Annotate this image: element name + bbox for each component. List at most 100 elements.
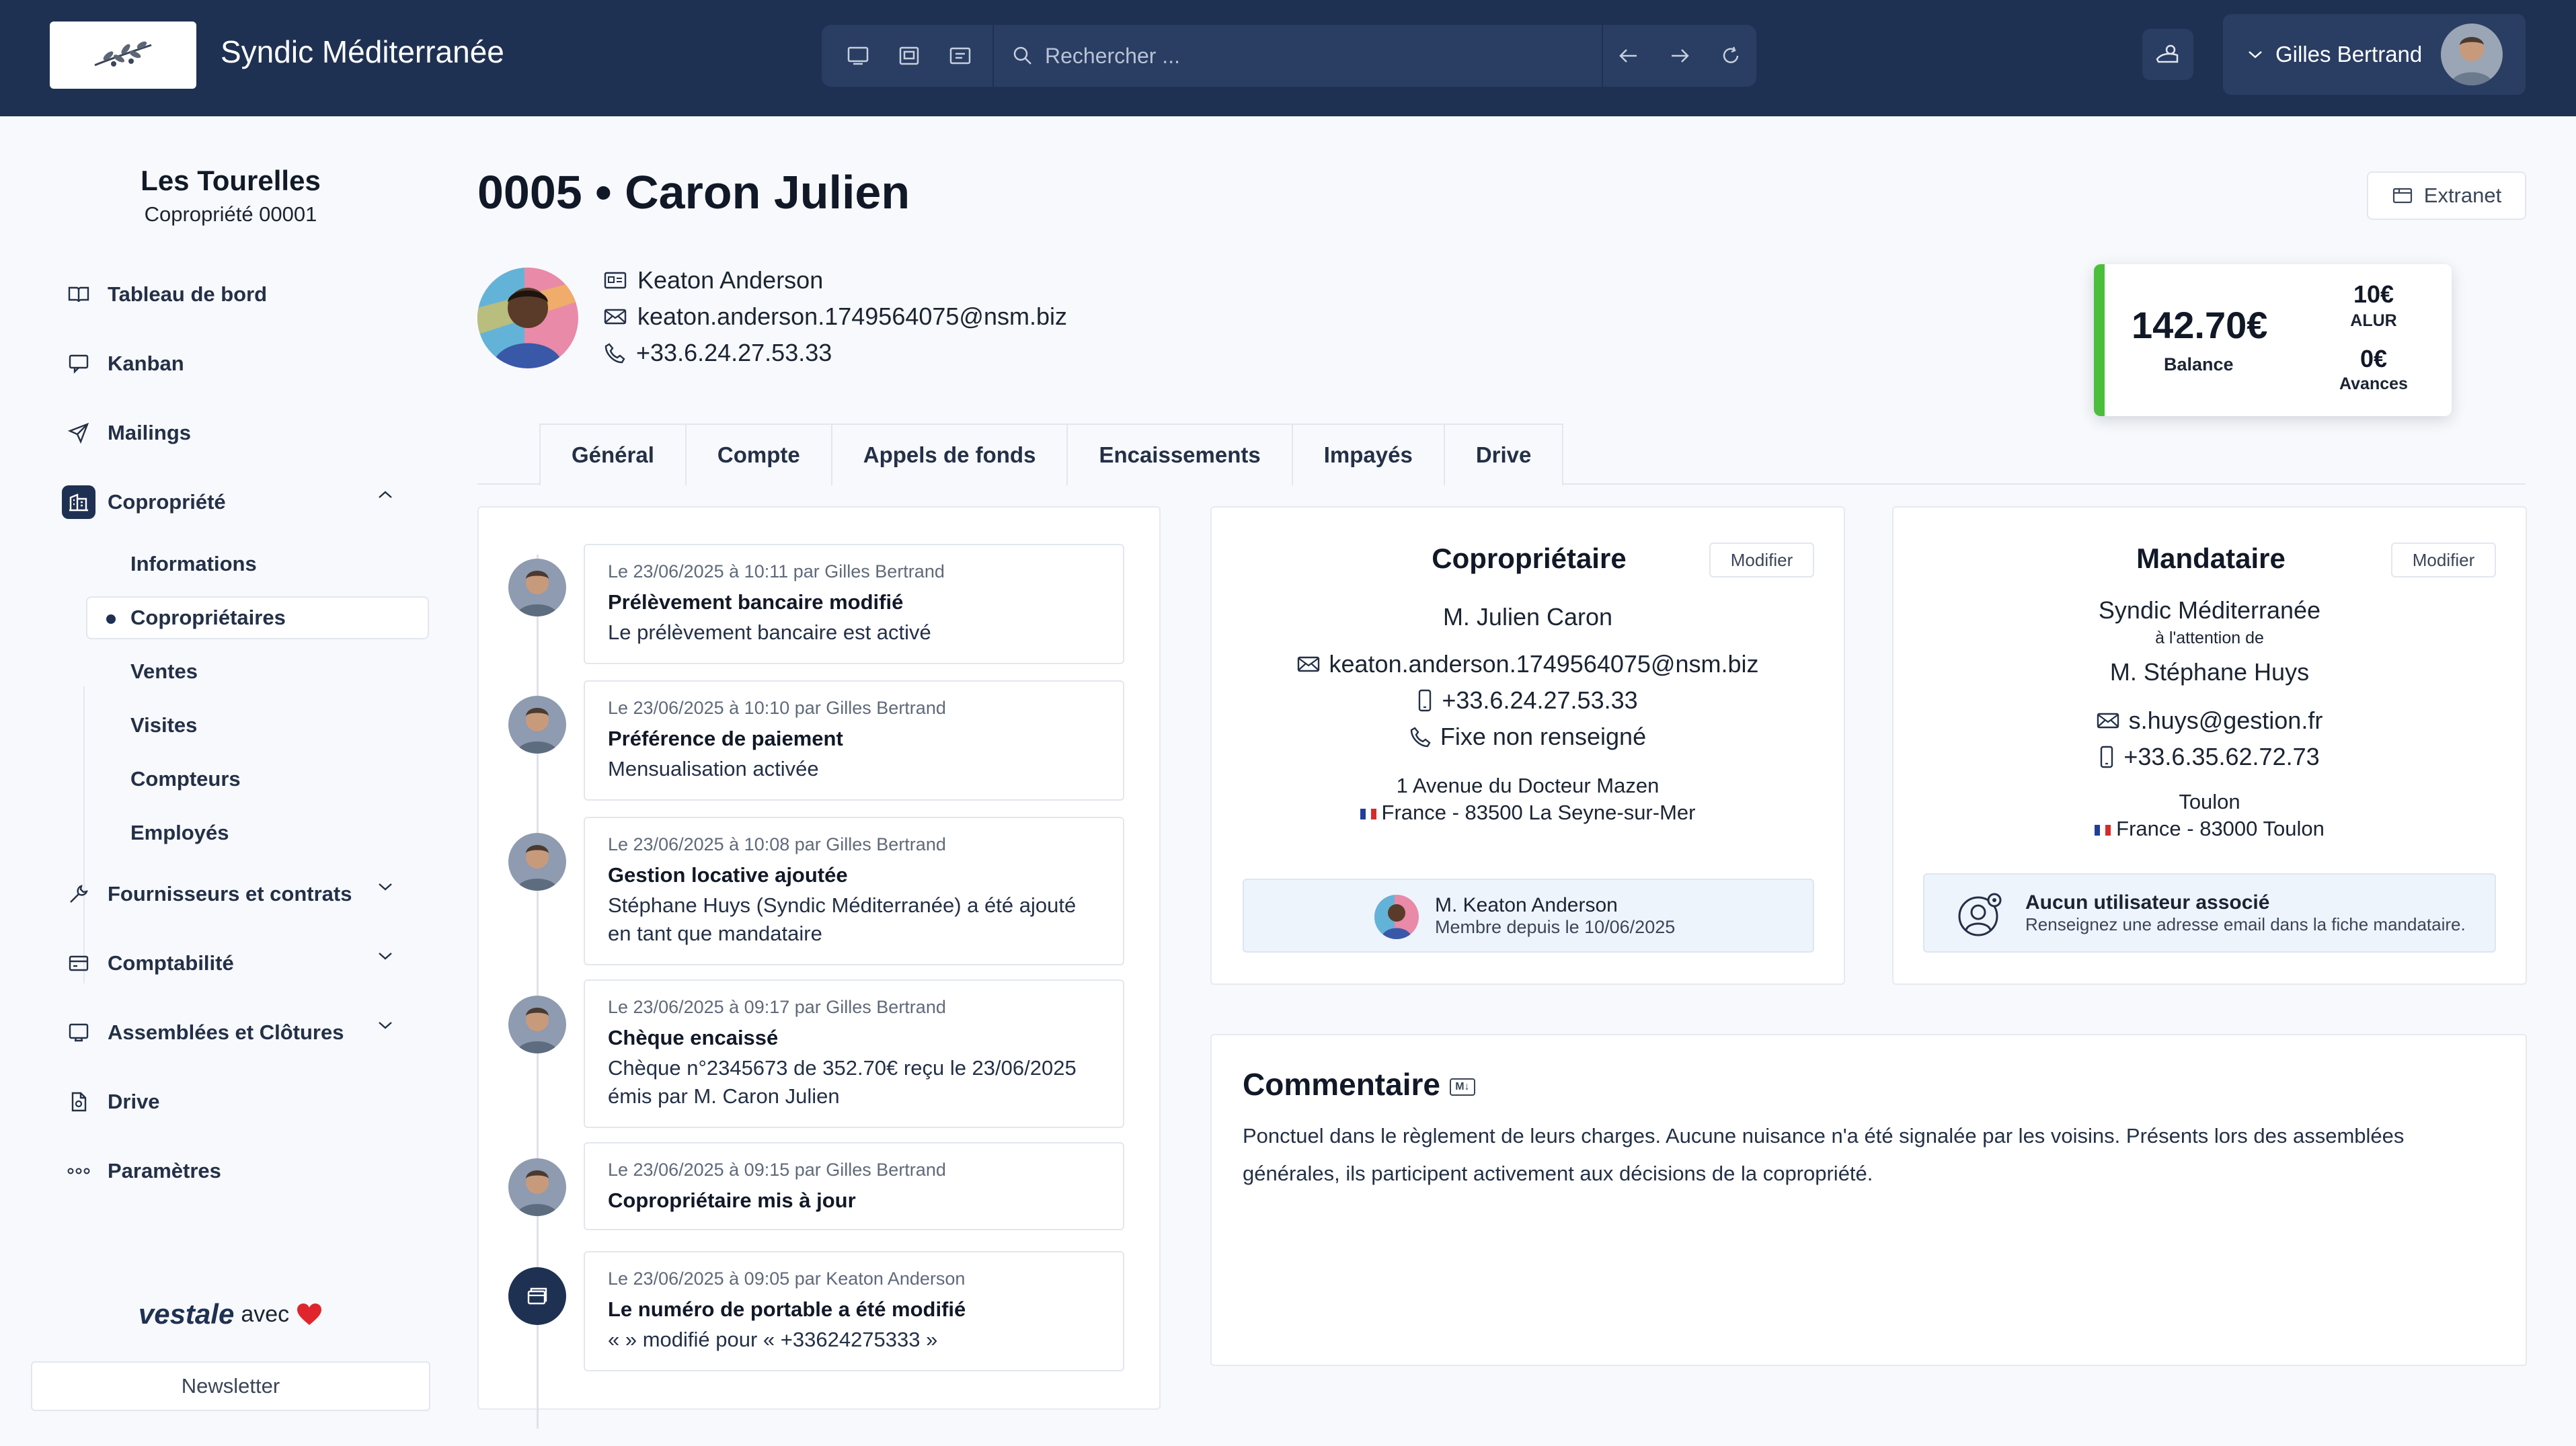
book-icon <box>62 278 95 311</box>
submenu-item-ventes[interactable]: Ventes <box>130 650 198 693</box>
wrench-icon <box>62 877 95 911</box>
sidebar-item-label: Drive <box>108 1090 160 1113</box>
comment-text[interactable]: Ponctuel dans le règlement de leurs char… <box>1243 1117 2497 1193</box>
activity-timeline: Le 23/06/2025 à 10:11 par Gilles Bertran… <box>477 506 1161 1429</box>
agent-mobile-row[interactable]: +33.6.35.62.72.73 <box>1894 743 2526 771</box>
phone-icon <box>1410 727 1431 748</box>
owner-mobile[interactable]: +33.6.24.27.53.33 <box>1442 686 1637 715</box>
search-box[interactable] <box>994 25 1602 87</box>
sidebar-item-mailings[interactable]: Mailings <box>62 409 191 456</box>
tab-drive[interactable]: Drive <box>1445 425 1563 485</box>
modify-button[interactable]: Modifier <box>1709 543 1814 577</box>
submenu-item-coproprietaires[interactable]: Copropriétaires <box>86 596 429 639</box>
building-icon[interactable] <box>884 25 935 87</box>
support-icon[interactable] <box>2142 29 2193 80</box>
newsletter-button[interactable]: Newsletter <box>31 1361 430 1411</box>
user-menu[interactable]: Gilles Bertrand <box>2223 14 2526 95</box>
tab-encaissements[interactable]: Encaissements <box>1068 425 1293 485</box>
entry-body: Mensualisation activée <box>608 757 819 780</box>
agent-mobile[interactable]: +33.6.35.62.72.73 <box>2123 743 2319 771</box>
tab-appels-de-fonds[interactable]: Appels de fonds <box>832 425 1068 485</box>
submenu-item-informations[interactable]: Informations <box>130 543 257 586</box>
avances-label: Avances <box>2339 374 2408 393</box>
toolbar <box>822 25 1756 87</box>
member-avatar <box>1374 895 1419 939</box>
entry-body: Le prélèvement bancaire est activé <box>608 620 931 644</box>
forward-arrow-icon[interactable] <box>1654 25 1705 87</box>
member-box[interactable]: M. Keaton Anderson Membre depuis le 10/0… <box>1243 879 1814 953</box>
timeline-entry: Le 23/06/2025 à 10:10 par Gilles Bertran… <box>584 680 1124 801</box>
phone-icon <box>604 343 625 364</box>
sidebar-item-parametres[interactable]: Paramètres <box>62 1148 221 1195</box>
agent-email[interactable]: s.huys@gestion.fr <box>2129 707 2323 735</box>
owner-landline: Fixe non renseigné <box>1440 723 1647 750</box>
avances-amount: 0€ <box>2359 345 2388 372</box>
owner-city: France - 83500 La Seyne-sur-Mer <box>1212 801 1844 825</box>
user-settings-icon <box>1958 893 2002 936</box>
sidebar-item-copropriete[interactable]: Copropriété <box>62 479 392 526</box>
sidebar-item-fournisseurs[interactable]: Fournisseurs et contrats <box>62 871 392 918</box>
brand-suffix: avec <box>241 1301 290 1327</box>
mail-icon <box>604 309 627 325</box>
files-icon <box>62 1085 95 1119</box>
agent-company-text: Syndic Méditerranée <box>2098 596 2321 624</box>
contact-phone[interactable]: +33.6.24.27.53.33 <box>636 339 832 367</box>
modify-button[interactable]: Modifier <box>2391 543 2496 577</box>
entry-title: Prélèvement bancaire modifié <box>608 590 904 614</box>
timeline-entry: Le 23/06/2025 à 10:08 par Gilles Bertran… <box>584 817 1124 965</box>
tab-compte[interactable]: Compte <box>687 425 832 485</box>
screen-icon[interactable] <box>832 25 884 87</box>
tab-impayes[interactable]: Impayés <box>1293 425 1445 485</box>
contact-email-row[interactable]: keaton.anderson.1749564075@nsm.biz <box>604 303 1067 331</box>
owner-email[interactable]: keaton.anderson.1749564075@nsm.biz <box>1329 650 1759 678</box>
back-arrow-icon[interactable] <box>1603 25 1654 87</box>
comment-title-row: Commentaire M↓ <box>1243 1066 1475 1102</box>
owner-email-row[interactable]: keaton.anderson.1749564075@nsm.biz <box>1212 650 1844 678</box>
entry-title: Le numéro de portable a été modifié <box>608 1297 966 1321</box>
contact-phone-row[interactable]: +33.6.24.27.53.33 <box>604 339 832 367</box>
alur-label: ALUR <box>2350 311 2397 330</box>
sidebar-item-drive[interactable]: Drive <box>62 1078 160 1125</box>
sidebar-item-dashboard[interactable]: Tableau de bord <box>62 271 267 318</box>
owner-name: M. Julien Caron <box>1212 603 1844 631</box>
owner-address-line: 1 Avenue du Docteur Mazen <box>1396 774 1660 797</box>
author-avatar <box>508 696 566 754</box>
heart-icon <box>297 1303 322 1325</box>
extranet-button[interactable]: Extranet <box>2367 171 2526 220</box>
member-name: M. Keaton Anderson <box>1435 893 1618 916</box>
meeting-icon <box>62 1016 95 1049</box>
company-logo[interactable] <box>50 22 196 89</box>
tab-bar: Général Compte Appels de fonds Encaissem… <box>539 424 1564 485</box>
balance-card: 142.70€ Balance 10€ ALUR 0€ Avances <box>2094 264 2452 416</box>
contact-email[interactable]: keaton.anderson.1749564075@nsm.biz <box>637 303 1067 331</box>
chevron-down-icon <box>379 883 392 891</box>
sidebar-item-assemblees[interactable]: Assemblées et Clôtures <box>62 1009 392 1056</box>
agent-city-text: Toulon <box>2179 790 2240 813</box>
entry-meta: Le 23/06/2025 à 09:15 par Gilles Bertran… <box>608 1160 946 1180</box>
search-input[interactable] <box>1045 43 1516 69</box>
refresh-icon[interactable] <box>1705 25 1756 87</box>
owner-mobile-row[interactable]: +33.6.24.27.53.33 <box>1212 686 1844 715</box>
sidebar-item-label: Mailings <box>108 421 192 444</box>
submenu-item-visites[interactable]: Visites <box>130 704 197 747</box>
agent-city-line-text: France - 83000 Toulon <box>2116 817 2325 840</box>
entry-title: Copropriétaire mis à jour <box>608 1189 856 1212</box>
entry-body: « » modifié pour « +33624275333 » <box>608 1328 938 1351</box>
sidebar-item-comptabilite[interactable]: Comptabilité <box>62 940 392 987</box>
agent-email-row[interactable]: s.huys@gestion.fr <box>1894 707 2526 735</box>
entry-title: Chèque encaissé <box>608 1026 779 1049</box>
tab-general[interactable]: Général <box>541 425 687 485</box>
vestale-logo[interactable]: vestale <box>139 1298 234 1330</box>
building-icon <box>62 485 95 519</box>
sidebar-item-kanban[interactable]: Kanban <box>62 340 184 387</box>
no-user-box: Aucun utilisateur associé Renseignez une… <box>1923 873 2496 953</box>
submenu-item-employes[interactable]: Employés <box>130 811 229 854</box>
submenu-item-compteurs[interactable]: Compteurs <box>130 758 241 801</box>
external-window-icon <box>2392 188 2412 204</box>
contacts-icon[interactable] <box>935 25 986 87</box>
extranet-label: Extranet <box>2423 184 2502 207</box>
author-avatar <box>508 996 566 1053</box>
sidebar-item-label: Assemblées et Clôtures <box>108 1020 344 1044</box>
entry-meta: Le 23/06/2025 à 10:10 par Gilles Bertran… <box>608 698 946 718</box>
sidebar-item-label: Paramètres <box>108 1159 221 1182</box>
